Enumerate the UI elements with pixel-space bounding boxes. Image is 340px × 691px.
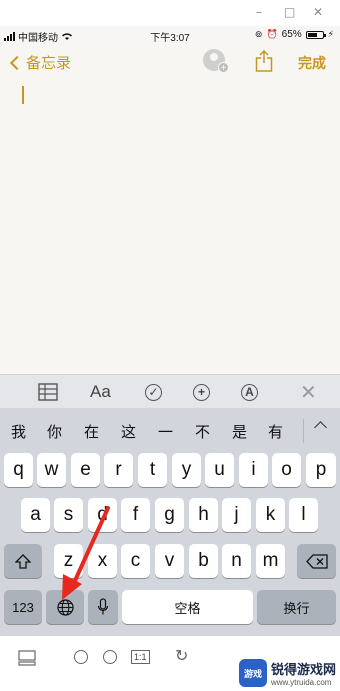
emulator-toolbar: 1:1 ↻ 游戏 锐得游戏网 www.ytruida.com [0, 636, 340, 691]
space-key[interactable]: 空格 [122, 590, 253, 624]
orientation-lock-icon: ⊚ [254, 29, 263, 39]
key-a[interactable]: a [21, 498, 50, 532]
battery-icon [305, 30, 326, 39]
key-m[interactable]: m [256, 544, 285, 578]
nav-bar: 备忘录 + 完成 [0, 44, 340, 80]
chevron-up-icon[interactable] [314, 421, 327, 434]
key-b[interactable]: b [189, 544, 218, 578]
back-button[interactable]: 备忘录 [9, 52, 72, 73]
table-icon[interactable] [38, 382, 58, 402]
close-icon[interactable]: ✕ [300, 382, 317, 404]
key-k[interactable]: k [256, 498, 285, 532]
candidate-item[interactable]: 不 [195, 421, 210, 442]
layout-icon[interactable] [18, 650, 36, 666]
candidate-item[interactable]: 是 [232, 421, 247, 442]
text-cursor [22, 86, 24, 104]
candidate-item[interactable]: 这 [121, 421, 136, 442]
watermark-url: www.ytruida.com [270, 678, 332, 687]
window-controls: – □ ✕ [0, 0, 340, 24]
delete-key[interactable] [297, 544, 336, 578]
format-toolbar: Aa ✓ + A ✕ [0, 374, 340, 408]
key-s[interactable]: s [54, 498, 83, 532]
key-o[interactable]: o [272, 453, 301, 487]
share-icon[interactable] [255, 50, 273, 72]
candidate-item[interactable]: 一 [158, 421, 173, 442]
key-r[interactable]: r [104, 453, 133, 487]
return-key[interactable]: 换行 [257, 590, 336, 624]
candidate-item[interactable]: 在 [84, 421, 99, 442]
charging-icon: ⚡ [327, 29, 334, 39]
key-g[interactable]: g [155, 498, 184, 532]
key-c[interactable]: c [121, 544, 150, 578]
key-f[interactable]: f [121, 498, 150, 532]
key-l[interactable]: l [289, 498, 318, 532]
divider [303, 419, 304, 443]
key-v[interactable]: v [155, 544, 184, 578]
watermark: 游戏 锐得游戏网 www.ytruida.com [238, 659, 336, 687]
rotate-icon[interactable]: ↻ [175, 646, 188, 666]
microphone-icon [97, 598, 109, 615]
watermark-title: 锐得游戏网 [270, 662, 336, 677]
back-label: 备忘录 [26, 55, 72, 72]
numbers-key[interactable]: 123 [4, 590, 42, 624]
key-y[interactable]: y [172, 453, 201, 487]
key-p[interactable]: p [306, 453, 336, 487]
candidate-item[interactable]: 有 [268, 421, 283, 442]
shift-icon [15, 553, 31, 569]
alarm-icon: ⏰ [266, 29, 278, 39]
key-n[interactable]: n [222, 544, 251, 578]
key-u[interactable]: u [205, 453, 234, 487]
globe-icon [56, 598, 74, 616]
key-t[interactable]: t [138, 453, 167, 487]
key-h[interactable]: h [189, 498, 218, 532]
candidate-item[interactable]: 你 [47, 421, 62, 442]
note-editor[interactable]: 备忘录 + 完成 [0, 44, 340, 374]
key-w[interactable]: w [37, 453, 66, 487]
chevron-left-icon [9, 55, 25, 71]
minimize-button[interactable]: – [256, 5, 262, 19]
checklist-icon[interactable]: ✓ [145, 382, 162, 402]
key-z[interactable]: z [54, 544, 83, 578]
actual-size-icon[interactable]: 1:1 [131, 650, 150, 664]
markup-icon[interactable]: A [241, 382, 258, 402]
candidate-bar: 我 你 在 这 一 不 是 有 [0, 415, 340, 445]
status-right: ⊚ ⏰ 65% ⚡ [255, 29, 334, 40]
key-j[interactable]: j [222, 498, 251, 532]
close-window-button[interactable]: ✕ [313, 5, 323, 19]
key-d[interactable]: d [88, 498, 117, 532]
add-person-icon[interactable]: + [203, 49, 229, 74]
battery-percent: 65% [281, 29, 302, 40]
dictation-key[interactable] [88, 590, 118, 624]
add-icon[interactable]: + [193, 382, 210, 402]
zoom-in-icon[interactable] [74, 650, 88, 664]
shift-key[interactable] [4, 544, 42, 578]
done-button[interactable]: 完成 [298, 53, 326, 73]
key-e[interactable]: e [71, 453, 100, 487]
maximize-button[interactable]: □ [284, 5, 295, 19]
watermark-logo: 游戏 [238, 659, 267, 687]
watermark-text: 锐得游戏网 www.ytruida.com [271, 659, 336, 687]
zoom-out-icon[interactable] [103, 650, 117, 664]
key-i[interactable]: i [239, 453, 268, 487]
globe-key[interactable] [46, 590, 84, 624]
key-x[interactable]: x [88, 544, 117, 578]
key-q[interactable]: q [4, 453, 33, 487]
text-style-button[interactable]: Aa [90, 382, 111, 402]
delete-icon [305, 553, 328, 569]
status-bar: 中国移动 下午3:07 ⊚ ⏰ 65% ⚡ [0, 26, 340, 44]
candidate-item[interactable]: 我 [11, 421, 26, 442]
